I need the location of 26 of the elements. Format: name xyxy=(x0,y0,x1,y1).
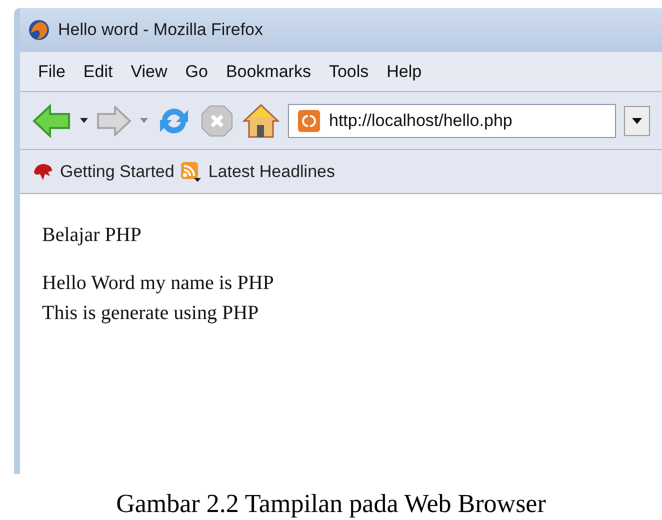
menu-item[interactable]: Go xyxy=(179,58,214,84)
menu-item[interactable]: View xyxy=(124,58,174,84)
window-title: Hello word - Mozilla Firefox xyxy=(58,19,263,42)
address-field[interactable]: http://localhost/hello.php xyxy=(288,104,616,138)
menu-item[interactable]: Bookmarks xyxy=(220,58,317,84)
menu-item[interactable]: Edit xyxy=(77,58,119,84)
dropdown-button[interactable] xyxy=(624,106,650,136)
figure-caption: Gambar 2.2 Tampilan pada Web Browser xyxy=(115,488,547,520)
bookmark-link[interactable]: Latest Headlines xyxy=(208,158,335,184)
stop-icon[interactable] xyxy=(200,104,234,138)
caret-icon xyxy=(632,118,642,124)
menu-item[interactable]: File xyxy=(32,58,72,84)
bookmark-link[interactable]: Getting Started xyxy=(60,158,174,184)
menu-item[interactable]: Help xyxy=(380,58,428,84)
feed-icon xyxy=(180,160,202,182)
page-heading: Belajar PHP xyxy=(42,223,142,248)
site-icon xyxy=(297,108,321,132)
page-text: This is generate using PHP xyxy=(42,301,260,326)
forward-arrow-icon[interactable] xyxy=(96,106,132,136)
caret-icon[interactable] xyxy=(80,118,88,123)
menu-item[interactable]: Tools xyxy=(322,58,375,84)
home-icon[interactable] xyxy=(242,102,280,138)
back-arrow-icon[interactable] xyxy=(32,104,72,138)
page-text: Hello Word my name is PHP xyxy=(42,271,275,296)
url-text: http://localhost/hello.php xyxy=(329,110,512,132)
globe-icon xyxy=(28,19,50,41)
